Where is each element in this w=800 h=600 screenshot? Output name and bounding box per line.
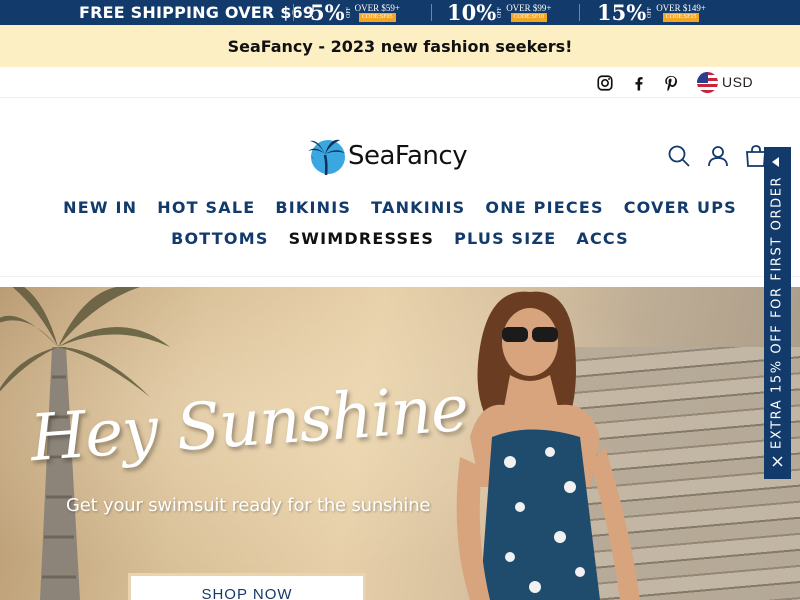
divider — [579, 4, 580, 21]
pinterest-icon[interactable] — [662, 74, 680, 92]
main-nav-row-1: NEW IN HOT SALE BIKINIS TANKINIS ONE PIE… — [0, 198, 800, 217]
nav-tankinis[interactable]: TANKINIS — [371, 198, 465, 217]
divider — [431, 4, 432, 21]
palm-tree-icon — [308, 139, 345, 176]
nav-swimdresses[interactable]: SWIMDRESSES — [289, 229, 435, 248]
deal-off-label: OFF — [647, 6, 654, 18]
facebook-icon[interactable] — [630, 74, 648, 92]
deal-threshold: OVER $149+ — [656, 3, 707, 13]
nav-bottoms[interactable]: BOTTOMS — [171, 229, 268, 248]
model-image — [456, 291, 640, 600]
nav-one-pieces[interactable]: ONE PIECES — [485, 198, 603, 217]
utility-bar: USD — [0, 67, 800, 98]
instagram-icon[interactable] — [596, 74, 614, 92]
nav-new-in[interactable]: NEW IN — [63, 198, 137, 217]
nav-bikinis[interactable]: BIKINIS — [275, 198, 351, 217]
hero-banner[interactable]: Hey Sunshine Get your swimsuit ready for… — [0, 287, 800, 600]
main-nav-row-2: BOTTOMS SWIMDRESSES PLUS SIZE ACCS — [0, 229, 800, 248]
deal-5-percent: 5% OFF OVER $59+ CODE:SF05 — [310, 0, 400, 25]
deal-off-label: OFF — [345, 6, 352, 18]
deal-10-percent: 10% OFF OVER $99+ CODE:SF10 — [447, 0, 552, 25]
nav-accs[interactable]: ACCS — [576, 229, 629, 248]
deal-percent: 10% — [447, 0, 497, 25]
us-flag-icon[interactable] — [697, 72, 718, 93]
close-icon[interactable] — [771, 455, 784, 468]
deal-code: CODE:SF15 — [662, 13, 700, 22]
expand-arrow-icon[interactable] — [772, 157, 779, 167]
nav-cover-ups[interactable]: COVER UPS — [624, 198, 737, 217]
deal-percent: 5% — [310, 0, 345, 25]
deal-threshold: OVER $99+ — [506, 3, 552, 13]
announcement-text: SeaFancy - 2023 new fashion seekers! — [227, 36, 573, 56]
account-icon[interactable] — [706, 144, 730, 168]
announcement-bar: SeaFancy - 2023 new fashion seekers! — [0, 25, 800, 67]
brand-logo[interactable]: SeaFancy — [306, 135, 468, 177]
deal-threshold: OVER $59+ — [354, 3, 400, 13]
deal-15-percent: 15% OFF OVER $149+ CODE:SF15 — [597, 0, 706, 25]
discount-tab-text: EXTRA 15% OFF FOR FIRST ORDER — [769, 175, 785, 449]
shop-now-label: SHOP NOW — [201, 586, 293, 600]
deal-percent: 15% — [597, 0, 647, 25]
search-icon[interactable] — [667, 144, 691, 168]
hero-subline: Get your swimsuit ready for the sunshine — [66, 495, 431, 516]
nav-plus-size[interactable]: PLUS SIZE — [454, 229, 556, 248]
header-divider — [0, 276, 800, 277]
shop-now-button[interactable]: SHOP NOW — [128, 573, 366, 600]
brand-name: SeaFancy — [348, 141, 468, 171]
divider — [293, 4, 294, 21]
promo-bar[interactable]: FREE SHIPPING OVER $69 5% OFF OVER $59+ … — [0, 0, 800, 25]
first-order-discount-tab[interactable]: EXTRA 15% OFF FOR FIRST ORDER — [764, 147, 791, 479]
currency-selector[interactable]: USD — [722, 74, 753, 90]
deal-code: CODE:SF05 — [358, 13, 396, 22]
free-shipping-text: FREE SHIPPING OVER $69 — [79, 3, 315, 22]
nav-hot-sale[interactable]: HOT SALE — [157, 198, 255, 217]
deal-off-label: OFF — [497, 6, 504, 18]
deal-code: CODE:SF10 — [510, 13, 548, 22]
